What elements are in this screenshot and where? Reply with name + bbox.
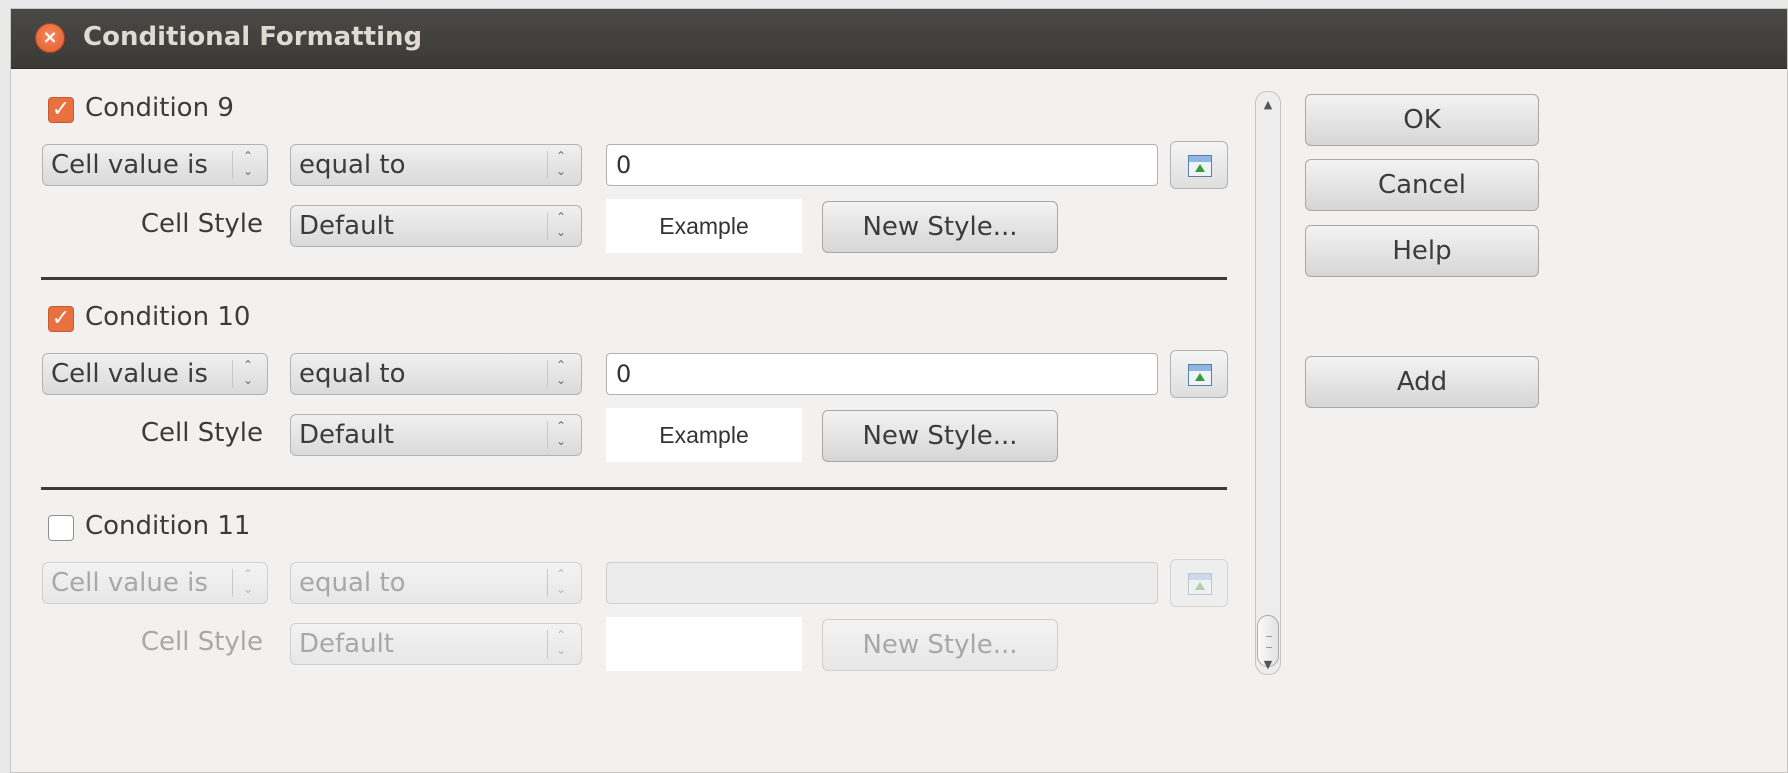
condition-9-type-value: Cell value is — [51, 150, 208, 180]
condition-9-new-style-button[interactable]: New Style... — [822, 201, 1058, 253]
conditions-scrollbar[interactable]: ▲ ▼ — [1255, 91, 1281, 675]
condition-10-example-preview: Example — [606, 408, 802, 462]
title-bar: × Conditional Formatting — [11, 9, 1787, 69]
cancel-button[interactable]: Cancel — [1305, 159, 1539, 211]
condition-10-operator-value: equal to — [299, 359, 406, 389]
shrink-range-icon — [1188, 364, 1212, 386]
spin-arrows-icon: ⌃ ⌄ — [242, 358, 254, 387]
help-button[interactable]: Help — [1305, 225, 1539, 277]
spin-arrows-icon: ⌃ ⌄ — [555, 567, 567, 596]
condition-11-type-value: Cell value is — [51, 568, 208, 598]
condition-11-shrink-button[interactable] — [1170, 559, 1228, 607]
spin-arrows-icon: ⌃ ⌄ — [242, 567, 254, 596]
condition-11-operator-value: equal to — [299, 568, 406, 598]
dialog-title: Conditional Formatting — [83, 22, 423, 52]
shrink-range-icon — [1188, 155, 1212, 177]
condition-9-shrink-button[interactable] — [1170, 141, 1228, 189]
condition-11-cell-style-label: Cell Style — [140, 627, 263, 657]
condition-10-operator-select[interactable]: equal to ⌃ ⌄ — [290, 353, 582, 395]
condition-9-style-select[interactable]: Default ⌃ ⌄ — [290, 205, 582, 247]
spin-arrows-icon: ⌃ ⌄ — [555, 628, 567, 657]
close-icon[interactable]: × — [35, 23, 65, 53]
condition-9-example-preview: Example — [606, 199, 802, 253]
spin-arrows-icon: ⌃ ⌄ — [555, 149, 567, 178]
condition-9-operator-select[interactable]: equal to ⌃ ⌄ — [290, 144, 582, 186]
ok-button[interactable]: OK — [1305, 94, 1539, 146]
condition-11-example-preview — [606, 617, 802, 671]
dialog-content: ✓ Condition 9 Cell value is ⌃ ⌄ equal to … — [11, 69, 1787, 773]
spin-arrows-icon: ⌃ ⌄ — [555, 419, 567, 448]
add-button[interactable]: Add — [1305, 356, 1539, 408]
condition-divider — [41, 277, 1227, 280]
condition-10-type-value: Cell value is — [51, 359, 208, 389]
condition-10-label: Condition 10 — [85, 302, 251, 332]
condition-10-style-value: Default — [299, 420, 394, 450]
condition-divider — [41, 487, 1227, 490]
condition-10-cell-style-label: Cell Style — [140, 418, 263, 448]
condition-9-cell-style-label: Cell Style — [140, 209, 263, 239]
scroll-down-icon[interactable]: ▼ — [1259, 658, 1277, 672]
condition-10-style-select[interactable]: Default ⌃ ⌄ — [290, 414, 582, 456]
shrink-range-icon — [1188, 573, 1212, 595]
condition-9-style-value: Default — [299, 211, 394, 241]
condition-9-operator-value: equal to — [299, 150, 406, 180]
condition-11-value-input[interactable] — [606, 562, 1158, 604]
condition-9-value-input[interactable]: 0 — [606, 144, 1158, 186]
spin-arrows-icon: ⌃ ⌄ — [555, 210, 567, 239]
condition-11-operator-select[interactable]: equal to ⌃ ⌄ — [290, 562, 582, 604]
spin-arrows-icon: ⌃ ⌄ — [555, 358, 567, 387]
condition-11-style-value: Default — [299, 629, 394, 659]
condition-11-type-select[interactable]: Cell value is ⌃ ⌄ — [42, 562, 268, 604]
conditional-formatting-dialog: × Conditional Formatting ✓ Condition 9 C… — [10, 8, 1788, 773]
condition-9-type-select[interactable]: Cell value is ⌃ ⌄ — [42, 144, 268, 186]
condition-9-checkbox[interactable]: ✓ — [48, 97, 74, 123]
condition-10-checkbox[interactable]: ✓ — [48, 306, 74, 332]
condition-10-value-input[interactable]: 0 — [606, 353, 1158, 395]
condition-11-style-select[interactable]: Default ⌃ ⌄ — [290, 623, 582, 665]
condition-11-new-style-button[interactable]: New Style... — [822, 619, 1058, 671]
condition-11-label: Condition 11 — [85, 511, 251, 541]
condition-10-new-style-button[interactable]: New Style... — [822, 410, 1058, 462]
scroll-up-icon[interactable]: ▲ — [1259, 98, 1277, 112]
spin-arrows-icon: ⌃ ⌄ — [242, 149, 254, 178]
condition-9-label: Condition 9 — [85, 93, 234, 123]
condition-10-shrink-button[interactable] — [1170, 350, 1228, 398]
condition-10-type-select[interactable]: Cell value is ⌃ ⌄ — [42, 353, 268, 395]
condition-11-checkbox[interactable] — [48, 515, 74, 541]
